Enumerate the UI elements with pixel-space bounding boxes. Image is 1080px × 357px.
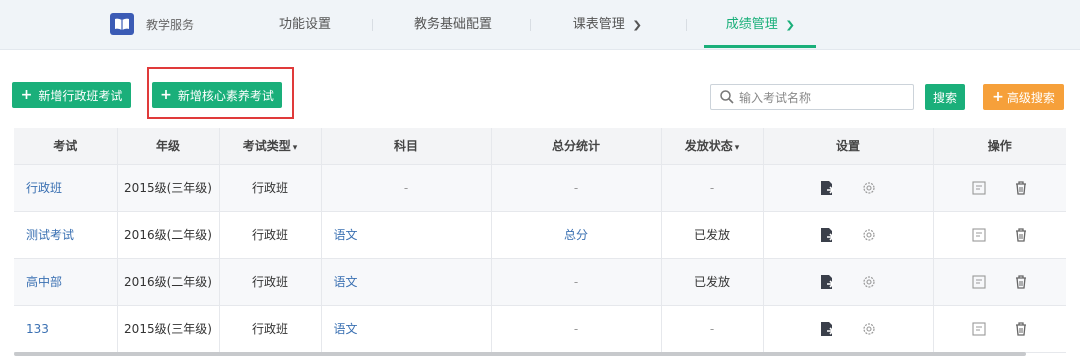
column-header-subject: 科目: [321, 128, 492, 165]
report-icon[interactable]: [970, 320, 988, 338]
actions-cell: [933, 305, 1066, 353]
plus-icon: +: [992, 89, 1004, 105]
nav-item-grades[interactable]: 成绩管理 ❯: [704, 0, 816, 50]
brand[interactable]: 教学服务: [110, 12, 194, 36]
horizontal-scrollbar[interactable]: [14, 352, 1026, 356]
caret-down-icon: ▾: [292, 143, 298, 154]
trash-icon[interactable]: [1012, 226, 1030, 244]
grade-cell: 2016级(二年级): [117, 258, 220, 306]
nav-item-label: 课表管理: [572, 17, 625, 32]
total-cell: -: [491, 164, 662, 212]
gear-icon[interactable]: [860, 226, 878, 244]
plus-icon: +: [20, 87, 33, 103]
total-cell: -: [491, 258, 662, 306]
subject-cell[interactable]: 语文: [321, 305, 492, 353]
nav-item-label: 教务基础配置: [413, 17, 492, 32]
subject-cell: -: [321, 164, 492, 212]
exam-name-link[interactable]: 高中部: [14, 258, 118, 306]
trash-icon[interactable]: [1012, 273, 1030, 291]
settings-cell: [763, 164, 934, 212]
grade-cell: 2015级(三年级): [117, 305, 220, 353]
search-button[interactable]: 搜索: [925, 84, 965, 110]
report-icon[interactable]: [970, 273, 988, 291]
column-header-actions: 操作: [933, 128, 1066, 165]
search-input[interactable]: 输入考试名称: [710, 84, 914, 110]
search-icon: [720, 90, 734, 104]
actions-cell: [933, 258, 1066, 306]
column-header-grade: 年级: [117, 128, 220, 165]
gear-icon[interactable]: [860, 179, 878, 197]
exam-name-link[interactable]: 133: [14, 305, 118, 353]
add-admin-exam-button[interactable]: + 新增行政班考试: [12, 82, 131, 108]
subject-cell[interactable]: 语文: [321, 211, 492, 259]
table-row: 测试考试 2016级(二年级) 行政班 语文 总分 已发放: [14, 211, 1066, 259]
nav-separator: [530, 19, 531, 31]
column-header-total: 总分统计: [491, 128, 662, 165]
table-row: 133 2015级(三年级) 行政班 语文 - -: [14, 305, 1066, 353]
search-placeholder: 输入考试名称: [739, 90, 812, 105]
actions-cell: [933, 164, 1066, 212]
subject-cell[interactable]: 语文: [321, 258, 492, 306]
grade-cell: 2015级(三年级): [117, 164, 220, 212]
gear-icon[interactable]: [860, 320, 878, 338]
column-header-exam-type[interactable]: 考试类型 ▾: [219, 128, 322, 165]
exam-type-cell: 行政班: [219, 305, 322, 353]
nav-item-function-settings[interactable]: 功能设置: [262, 0, 348, 50]
caret-down-icon: ▾: [734, 143, 740, 154]
advanced-search-label: 高级搜索: [1006, 90, 1055, 105]
exam-type-cell: 行政班: [219, 258, 322, 306]
total-cell[interactable]: 总分: [491, 211, 662, 259]
status-cell: 已发放: [661, 211, 764, 259]
status-cell: -: [661, 164, 764, 212]
add-admin-exam-label: 新增行政班考试: [38, 88, 123, 103]
column-header-exam: 考试: [14, 128, 118, 165]
edit-doc-icon[interactable]: [818, 179, 836, 197]
column-header-settings: 设置: [763, 128, 934, 165]
chevron-down-icon: ❯: [631, 20, 643, 31]
exam-type-cell: 行政班: [219, 211, 322, 259]
chevron-down-icon: ❯: [784, 20, 796, 31]
settings-cell: [763, 258, 934, 306]
report-icon[interactable]: [970, 226, 988, 244]
status-cell: -: [661, 305, 764, 353]
nav-separator: [686, 19, 687, 31]
exam-type-cell: 行政班: [219, 164, 322, 212]
exam-name-link[interactable]: 测试考试: [14, 211, 118, 259]
top-nav: 教学服务 功能设置 教务基础配置 课表管理 ❯ 成绩管理 ❯: [0, 0, 1080, 50]
grade-cell: 2016级(二年级): [117, 211, 220, 259]
gear-icon[interactable]: [860, 273, 878, 291]
nav-item-academic-config[interactable]: 教务基础配置: [398, 0, 508, 50]
nav-item-timetable[interactable]: 课表管理 ❯: [548, 0, 666, 50]
nav-item-label: 成绩管理: [725, 17, 778, 32]
edit-doc-icon[interactable]: [818, 273, 836, 291]
settings-cell: [763, 211, 934, 259]
highlight-annotation: [147, 67, 294, 119]
actions-cell: [933, 211, 1066, 259]
status-cell: 已发放: [661, 258, 764, 306]
table-header-row: 考试 年级 考试类型 ▾ 科目 总分统计 发放状态 ▾ 设置 操作: [14, 128, 1066, 165]
nav-separator: [372, 19, 373, 31]
book-icon: [110, 13, 134, 35]
brand-label: 教学服务: [146, 17, 195, 32]
settings-cell: [763, 305, 934, 353]
table-row: 行政班 2015级(三年级) 行政班 - - -: [14, 164, 1066, 212]
edit-doc-icon[interactable]: [818, 320, 836, 338]
total-cell: -: [491, 305, 662, 353]
active-tab-indicator: [704, 45, 816, 48]
trash-icon[interactable]: [1012, 179, 1030, 197]
nav-item-label: 功能设置: [278, 17, 331, 32]
exam-table: 考试 年级 考试类型 ▾ 科目 总分统计 发放状态 ▾ 设置 操作 行政班 2015…: [14, 128, 1066, 353]
advanced-search-button[interactable]: + 高级搜索: [983, 84, 1064, 110]
trash-icon[interactable]: [1012, 320, 1030, 338]
exam-name-link[interactable]: 行政班: [14, 164, 118, 212]
column-header-release-status[interactable]: 发放状态 ▾: [661, 128, 764, 165]
report-icon[interactable]: [970, 179, 988, 197]
table-row: 高中部 2016级(二年级) 行政班 语文 - 已发放: [14, 258, 1066, 306]
search-button-label: 搜索: [933, 90, 958, 105]
edit-doc-icon[interactable]: [818, 226, 836, 244]
